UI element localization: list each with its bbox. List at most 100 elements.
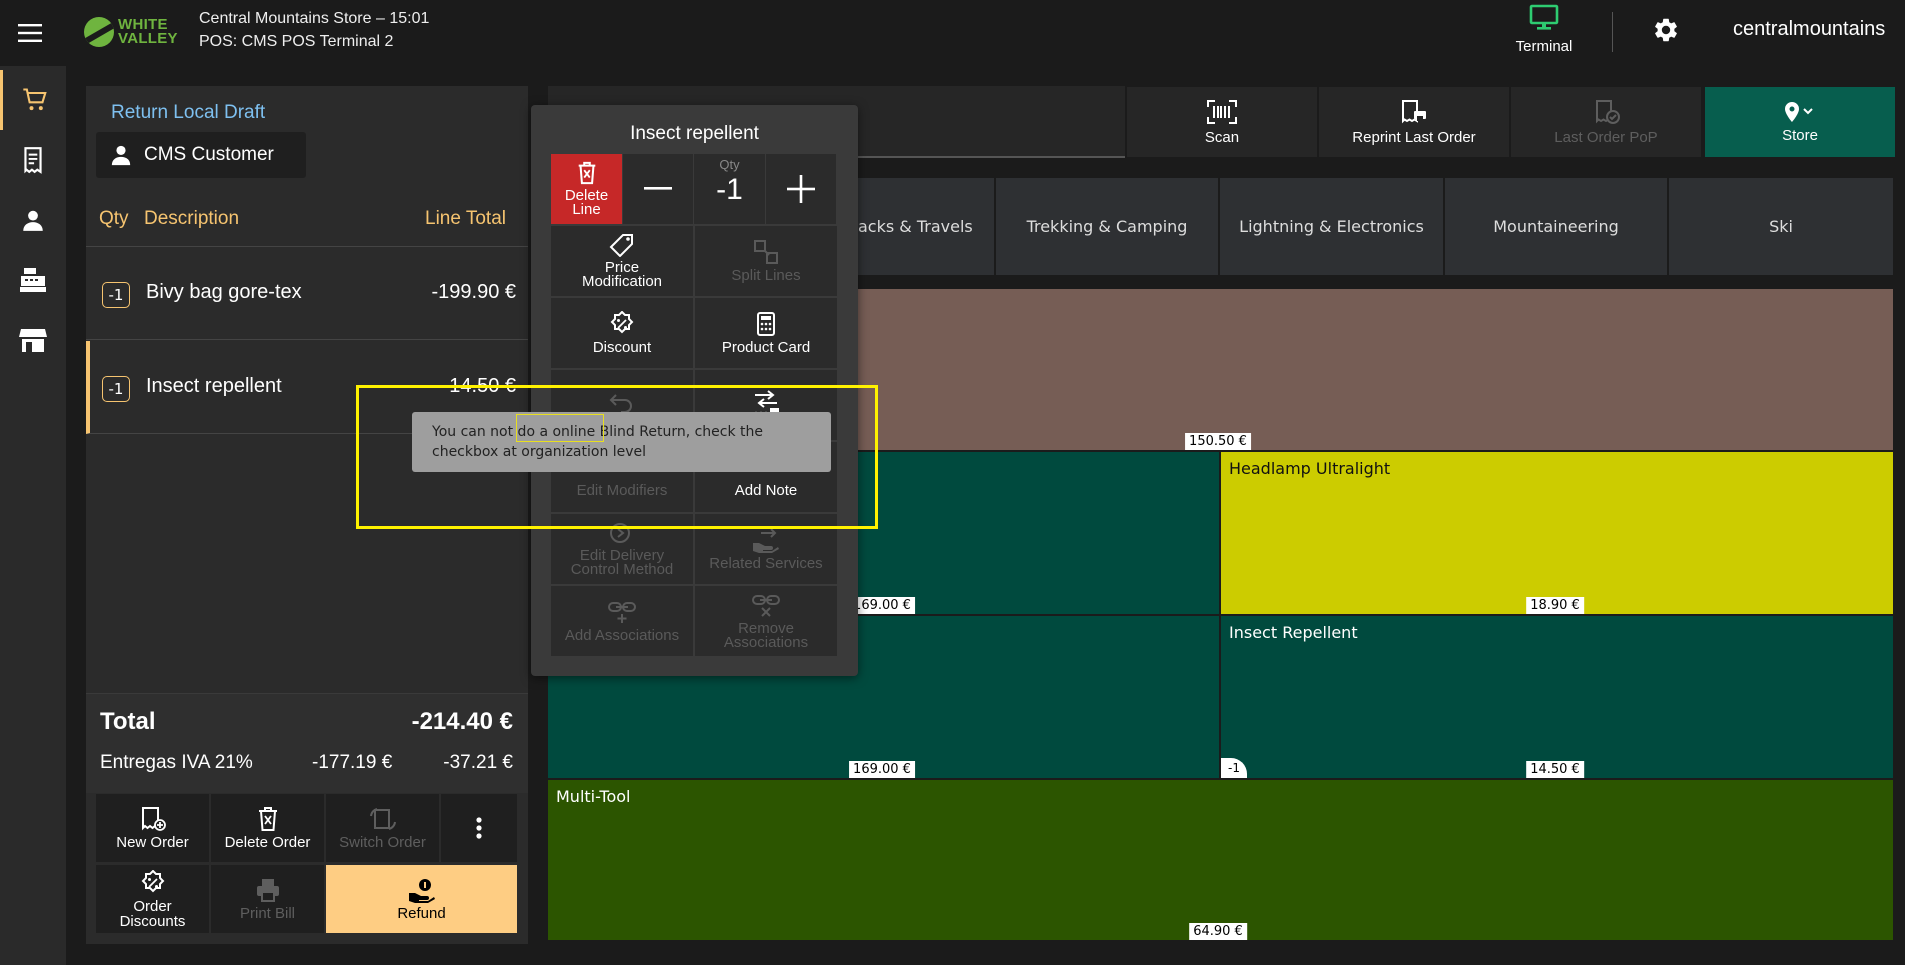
- minus-icon: [644, 187, 672, 190]
- plus-icon: [787, 175, 815, 203]
- store-icon: [19, 329, 47, 352]
- add-associations-label: Add Associations: [564, 627, 680, 644]
- total-value: -214.40 €: [411, 708, 513, 735]
- divider: [1612, 12, 1613, 52]
- settings-button[interactable]: [1652, 16, 1684, 48]
- last-order-pop-icon: [1596, 99, 1620, 124]
- product-card-button[interactable]: Product Card: [695, 298, 837, 368]
- switch-order-button[interactable]: Switch Order: [326, 794, 439, 862]
- logo-text: WHITE VALLEY: [118, 16, 178, 47]
- scan-button[interactable]: Scan: [1127, 87, 1317, 157]
- discount-label: Discount: [592, 339, 652, 356]
- reprint-icon: [1402, 99, 1426, 123]
- discount-icon: [141, 869, 164, 892]
- product-price: 64.90 €: [1189, 923, 1247, 940]
- nav-store[interactable]: [0, 310, 66, 370]
- nav-customers[interactable]: [0, 190, 66, 250]
- new-order-icon: [141, 807, 166, 831]
- customer-button[interactable]: CMS Customer: [96, 132, 306, 178]
- split-lines-button[interactable]: Split Lines: [695, 226, 837, 296]
- nav-cart[interactable]: [0, 70, 66, 130]
- line-description: Insect repellent: [146, 375, 282, 397]
- edit-delivery-label: Edit Delivery Control Method: [570, 547, 674, 578]
- line-total: -199.90 €: [431, 281, 516, 303]
- store-button[interactable]: Store: [1705, 87, 1895, 157]
- product-price: 169.00 €: [849, 597, 915, 614]
- refund-hand-icon: [408, 879, 435, 903]
- ticket-title: Return Local Draft: [111, 102, 266, 123]
- monitor-icon: [1529, 4, 1559, 30]
- trash-icon: [258, 807, 277, 831]
- delete-line-button[interactable]: Delete Line: [551, 154, 622, 224]
- barcode-scan-icon: [1207, 99, 1237, 124]
- order-discounts-label: Order Discounts: [119, 897, 186, 930]
- discount-icon: [610, 311, 634, 334]
- price-modification-label: Price Modification: [581, 259, 663, 290]
- new-order-label: New Order: [116, 834, 189, 851]
- order-discounts-button[interactable]: Order Discounts: [96, 865, 209, 933]
- product-name: Multi-Tool: [556, 787, 631, 806]
- qty-value: -1: [716, 173, 743, 206]
- column-description: Description: [144, 208, 240, 229]
- scan-label: Scan: [1204, 128, 1240, 146]
- ticket-line[interactable]: -1 Bivy bag gore-tex -199.90 €: [86, 247, 528, 340]
- new-order-button[interactable]: New Order: [96, 794, 209, 862]
- related-services-icon: [753, 528, 779, 553]
- person-icon: [111, 145, 131, 166]
- nav-receipts[interactable]: [0, 130, 66, 190]
- product-tile[interactable]: Multi-Tool 64.90 €: [548, 780, 1893, 940]
- user-name[interactable]: centralmountains: [1733, 18, 1885, 41]
- discount-button[interactable]: Discount: [551, 298, 693, 368]
- store-name-time: Central Mountains Store – 15:01: [199, 10, 430, 27]
- customer-name: CMS Customer: [144, 144, 274, 165]
- reprint-label: Reprint Last Order: [1352, 128, 1476, 146]
- product-tile[interactable]: Headlamp Ultralight 18.90 €: [1221, 452, 1893, 614]
- decrease-qty-button[interactable]: [623, 154, 693, 224]
- trash-icon: [578, 161, 595, 185]
- product-card-label: Product Card: [721, 339, 811, 356]
- column-qty: Qty: [99, 208, 129, 229]
- nav-cash-management[interactable]: [0, 250, 66, 310]
- logo: WHITE VALLEY: [84, 12, 184, 52]
- more-vertical-icon: [476, 817, 482, 839]
- left-navigation: [0, 66, 66, 965]
- printer-icon: [256, 879, 279, 902]
- popup-title: Insect repellent: [630, 123, 759, 144]
- add-associations-button[interactable]: Add Associations: [551, 586, 693, 656]
- product-tile[interactable]: Insect Repellent -1 14.50 €: [1221, 616, 1893, 778]
- link-add-icon: [608, 602, 636, 623]
- remove-associations-button[interactable]: Remove Associations: [695, 586, 837, 656]
- category-tab[interactable]: Ski: [1669, 178, 1893, 275]
- product-price: 14.50 €: [1526, 761, 1584, 778]
- terminal-button[interactable]: Terminal: [1500, 4, 1588, 64]
- refund-button[interactable]: Refund: [326, 865, 517, 933]
- more-options-button[interactable]: [441, 794, 517, 862]
- split-icon: [754, 240, 778, 264]
- receipt-icon: [24, 147, 42, 174]
- line-qty: -1: [102, 376, 130, 402]
- product-name: Insect Repellent: [1229, 623, 1358, 642]
- switch-order-icon: [369, 808, 396, 830]
- increase-qty-button[interactable]: [766, 154, 836, 224]
- category-tab[interactable]: acks & Travels: [858, 178, 994, 275]
- delete-order-button[interactable]: Delete Order: [211, 794, 324, 862]
- last-order-pop-label: Last Order PoP: [1554, 128, 1658, 146]
- reprint-last-order-button[interactable]: Reprint Last Order: [1319, 87, 1509, 157]
- delete-order-label: Delete Order: [224, 834, 311, 851]
- category-tab[interactable]: Mountaineering: [1445, 178, 1667, 275]
- hamburger-menu-button[interactable]: [14, 18, 46, 48]
- print-bill-button[interactable]: Print Bill: [211, 865, 324, 933]
- delete-line-label: Delete Line: [564, 187, 609, 218]
- qty-display: Qty -1: [694, 154, 765, 224]
- person-icon: [23, 210, 43, 231]
- product-price: 150.50 €: [1185, 433, 1251, 450]
- print-bill-label: Print Bill: [239, 905, 295, 922]
- category-tab[interactable]: Trekking & Camping: [996, 178, 1218, 275]
- price-tag-icon: [609, 234, 633, 257]
- last-order-pop-button[interactable]: Last Order PoP: [1511, 87, 1701, 157]
- price-modification-button[interactable]: Price Modification: [551, 226, 693, 296]
- product-price: 169.00 €: [849, 761, 915, 778]
- remove-associations-label: Remove Associations: [723, 620, 809, 651]
- terminal-name: POS: CMS POS Terminal 2: [199, 33, 394, 50]
- category-tab[interactable]: Lightning & Electronics: [1220, 178, 1443, 275]
